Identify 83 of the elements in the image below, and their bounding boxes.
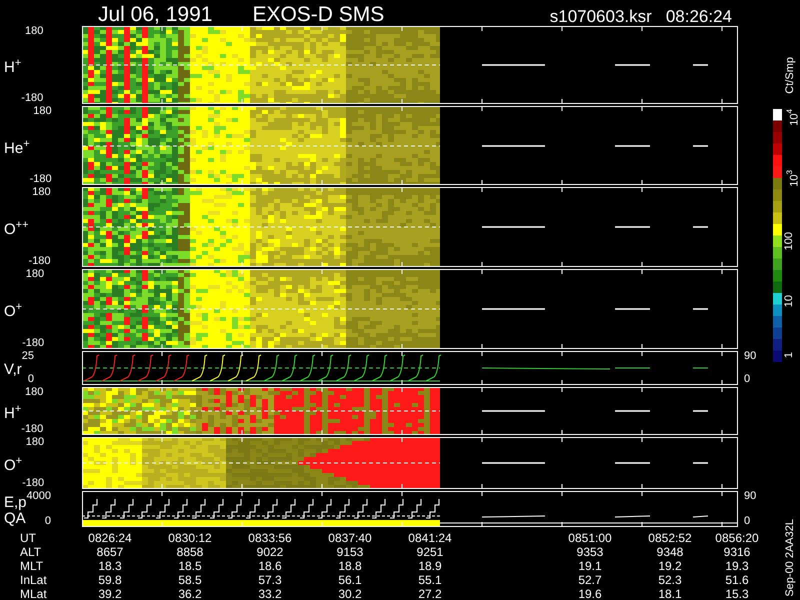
table-label: MLT: [19, 559, 44, 573]
table-value: 9022: [256, 545, 284, 559]
scale-label: 10: [784, 294, 796, 307]
panel-label: E,p: [4, 494, 27, 511]
axis-label: 180: [24, 26, 44, 37]
axis-label: -180: [21, 424, 44, 435]
table-value: 9348: [656, 545, 684, 559]
table-value: 39.2: [97, 587, 123, 600]
table-value: 51.6: [724, 573, 750, 587]
table-label: InLat: [19, 573, 48, 587]
scale-label: 1: [784, 352, 796, 358]
table-label: MLat: [19, 587, 48, 600]
table-value: 0830:12: [167, 531, 213, 545]
table-value: 27.2: [417, 587, 443, 600]
table-value: 55.1: [417, 573, 443, 587]
axis-label: -180: [22, 478, 44, 489]
table-value: 58.5: [177, 573, 203, 587]
table-value: 8657: [96, 545, 124, 559]
table-value: 9153: [336, 545, 364, 559]
axis-label: -180: [21, 93, 44, 104]
table-label: UT: [19, 531, 37, 545]
axis-label: 0: [26, 374, 34, 385]
table-value: 18.8: [337, 559, 363, 573]
table-value: 36.2: [177, 587, 203, 600]
axis-label: 25: [22, 351, 34, 362]
table-value: 30.2: [337, 587, 363, 600]
axis-label: 0: [744, 516, 752, 527]
table-value: 0841:24: [407, 531, 453, 545]
axis-label: -180: [28, 256, 51, 267]
table-value: 0851:00: [567, 531, 613, 545]
panel-label: V,r: [4, 362, 22, 378]
table-value: 52.3: [657, 573, 683, 587]
table-value: 18.3: [97, 559, 123, 573]
table-label: ALT: [19, 545, 42, 559]
panel-label: H$^{+}$: [4, 403, 22, 423]
axis-label: 180: [24, 437, 44, 448]
table-value: 0852:52: [647, 531, 693, 545]
axis-label: 0: [44, 516, 51, 527]
axis-label: 180: [32, 106, 52, 117]
panel-label: QA: [4, 511, 27, 528]
footnote-label: Sep-00 2AA32L: [784, 519, 796, 597]
timestamp: 08:26:24: [666, 8, 732, 25]
table-value: 19.3: [724, 559, 750, 573]
plot-title: EXOS-D SMS: [252, 4, 384, 25]
table-value: 18.6: [257, 559, 283, 573]
table-value: 56.1: [337, 573, 363, 587]
table-value: 19.6: [577, 587, 603, 600]
panel-label: He$^{+}$: [4, 138, 30, 158]
axis-label: -180: [30, 174, 52, 185]
table-value: 18.1: [657, 587, 683, 600]
panel-label: O$^{+}$: [4, 301, 22, 321]
axis-label: 180: [31, 187, 51, 198]
table-value: 57.3: [257, 573, 283, 587]
table-value: 9353: [576, 545, 604, 559]
table-value: 0856:20: [714, 531, 760, 545]
table-value: 59.8: [97, 573, 123, 587]
table-value: 19.1: [577, 559, 603, 573]
scale-label: 100: [784, 232, 796, 250]
table-value: 52.7: [577, 573, 603, 587]
table-value: 9251: [416, 545, 444, 559]
axis-label: 0: [744, 374, 752, 385]
table-value: 0826:24: [87, 531, 133, 545]
axis-label: 90: [744, 491, 758, 502]
table-value: 0833:56: [247, 531, 293, 545]
axis-label: 180: [24, 387, 44, 398]
axis-label: 90: [744, 351, 758, 362]
table-value: 18.9: [417, 559, 443, 573]
table-value: 9316: [722, 545, 752, 559]
table-value: 19.2: [657, 559, 683, 573]
file-name: s1070603.ksr: [550, 8, 652, 25]
axis-label: -180: [22, 338, 44, 349]
axis-label: 4000: [26, 491, 51, 502]
unit-label: Ct/Smp: [784, 57, 796, 94]
panel-label: H$^{+}$: [4, 57, 22, 77]
table-value: 15.3: [724, 587, 750, 600]
panel-label: O$^{++}$: [4, 219, 29, 239]
table-value: 0837:40: [327, 531, 373, 545]
panel-label: O$^{+}$: [4, 455, 22, 475]
date-label: Jul 06, 1991: [98, 4, 212, 25]
table-value: 33.2: [257, 587, 283, 600]
table-value: 8858: [176, 545, 204, 559]
axis-label: 180: [24, 269, 44, 280]
table-value: 18.5: [177, 559, 203, 573]
